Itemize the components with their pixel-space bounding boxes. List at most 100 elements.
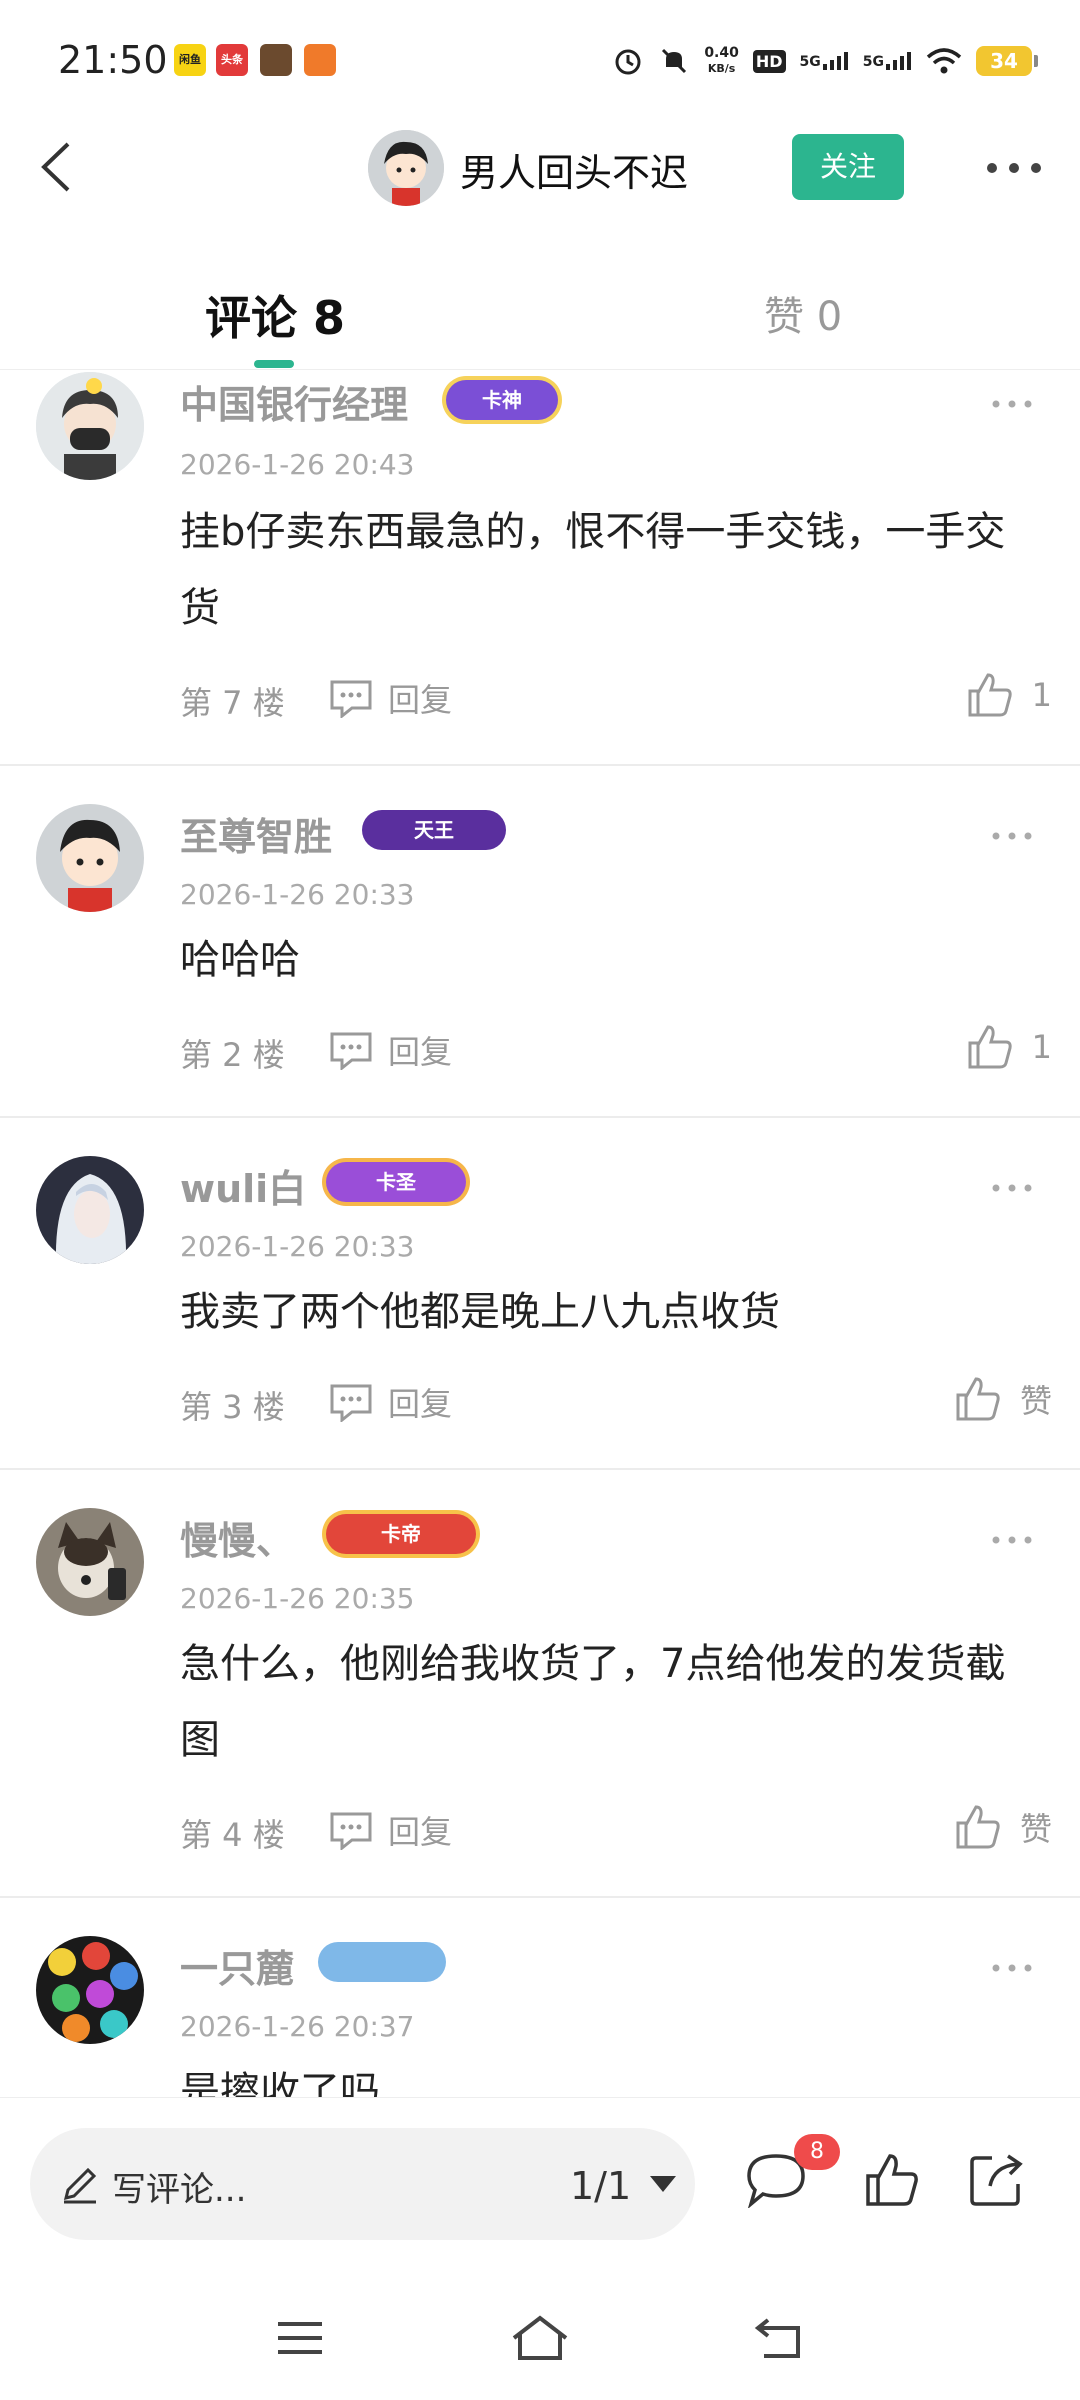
caret-down-icon[interactable] <box>650 2176 676 2194</box>
status-bar: 21:50 闲鱼 头条 0.40 KB/s HD 5G 5G 34 <box>0 0 1080 120</box>
thumbs-up-icon <box>956 1377 1000 1421</box>
level-badge: 天王 <box>362 810 506 850</box>
comment-time: 2026-1-26 20:35 <box>180 1582 415 1615</box>
comment-time: 2026-1-26 20:43 <box>180 448 415 481</box>
commenter-avatar[interactable] <box>36 1936 144 2044</box>
reply-bubble-icon <box>330 1384 372 1422</box>
like-label: 赞 <box>1019 1382 1052 1420</box>
pen-icon <box>63 2167 97 2204</box>
menu-icon[interactable] <box>276 2318 324 2358</box>
masked-boy-avatar-icon <box>36 372 144 480</box>
comment-count-badge: 8 <box>794 2134 840 2170</box>
like-label: 赞 <box>1019 1810 1052 1848</box>
commenter-avatar[interactable] <box>36 804 144 912</box>
share-icon[interactable] <box>966 2150 1026 2210</box>
smiley-faces-avatar-icon <box>36 1936 144 2044</box>
like-count: 1 <box>1031 1028 1052 1066</box>
reply-bubble-icon <box>330 1032 372 1070</box>
cartoon-avatar-icon <box>368 130 444 206</box>
page-indicator[interactable]: 1/1 <box>570 2164 631 2208</box>
more-dots-icon[interactable] <box>990 1180 1034 1196</box>
tab-likes[interactable]: 赞 0 <box>764 284 842 342</box>
level-badge: 卡圣 <box>326 1162 466 1202</box>
cartoon-avatar-icon <box>36 804 144 912</box>
dog-avatar-icon <box>36 1508 144 1616</box>
reply-bubble-icon <box>330 680 372 718</box>
level-badge: 卡神 <box>446 380 558 420</box>
comment-list[interactable]: 中国银行经理 卡神 2026-1-26 20:43 挂b仔卖东西最急的，恨不得一… <box>0 372 1080 2097</box>
game-app-icon <box>260 44 292 76</box>
xianyu-app-icon: 闲鱼 <box>174 44 206 76</box>
bird-app-icon <box>304 44 336 76</box>
author-avatar[interactable] <box>368 130 444 206</box>
commenter-avatar[interactable] <box>36 1508 144 1616</box>
comment-text: 哈哈哈 <box>180 937 300 983</box>
floor-number: 第 3 楼 <box>180 1388 285 1426</box>
alarm-icon <box>615 49 641 75</box>
tab-comments[interactable]: 评论 8 <box>205 282 345 348</box>
comment-time: 2026-1-26 20:37 <box>180 2010 415 2043</box>
like-button[interactable]: 赞 <box>954 1374 1052 1424</box>
comment-item: 一只麓 2026-1-26 20:37 是擦收了吗 <box>0 1898 1080 2097</box>
bottom-action-bar: 写评论... 1/1 8 <box>0 2097 1080 2277</box>
floor-number: 第 2 楼 <box>180 1036 285 1074</box>
more-dots-icon[interactable] <box>990 1532 1034 1548</box>
comment-time: 2026-1-26 20:33 <box>180 878 415 911</box>
comment-text: 是擦收了吗 <box>180 2069 380 2097</box>
tab-indicator <box>254 360 294 368</box>
signal-bars-icon <box>886 52 911 70</box>
more-dots-icon[interactable] <box>990 1960 1034 1976</box>
follow-button[interactable]: 关注 <box>792 134 904 200</box>
post-header: 男人回头不迟 关注 <box>0 120 1080 220</box>
tab-bar: 评论 8 赞 0 <box>0 260 1080 370</box>
thumbs-up-icon <box>968 1025 1012 1069</box>
level-badge <box>318 1942 446 1982</box>
anime-character-avatar-icon <box>36 1156 144 1264</box>
like-count: 1 <box>1031 676 1052 714</box>
network-speed: 0.40 KB/s <box>704 45 739 76</box>
commenter-name[interactable]: wuli白 <box>180 1158 306 1213</box>
reply-button[interactable]: 回复 <box>328 1380 452 1424</box>
more-dots-icon[interactable] <box>984 150 1044 186</box>
status-icons: 0.40 KB/s HD 5G 5G 34 <box>612 38 1038 84</box>
comment-text: 挂b仔卖东西最急的，恨不得一手交钱，一手交货 <box>180 509 1006 631</box>
input-placeholder: 写评论... <box>112 2170 247 2210</box>
commenter-name[interactable]: 中国银行经理 <box>180 374 408 429</box>
thumbs-up-icon[interactable] <box>864 2152 920 2208</box>
comment-item: 至尊智胜 天王 2026-1-26 20:33 哈哈哈 第 2 楼 回复 1 <box>0 766 1080 1118</box>
back-arrow-icon[interactable] <box>754 2316 804 2360</box>
floor-number: 第 7 楼 <box>180 684 285 722</box>
reply-label: 回复 <box>388 681 453 719</box>
reply-bubble-icon <box>330 1812 372 1850</box>
home-icon[interactable] <box>510 2314 570 2362</box>
clock: 21:50 <box>58 38 168 82</box>
more-dots-icon[interactable] <box>990 396 1034 412</box>
comment-time: 2026-1-26 20:33 <box>180 1230 415 1263</box>
write-comment-input[interactable]: 写评论... 1/1 <box>30 2128 695 2240</box>
signal-bars-icon <box>822 52 848 70</box>
reply-button[interactable]: 回复 <box>328 1808 452 1852</box>
commenter-name[interactable]: 慢慢、 <box>180 1510 294 1565</box>
hd-badge: HD <box>752 49 786 73</box>
comment-item: 慢慢、 卡帝 2026-1-26 20:35 急什么，他刚给我收货了，7点给他发… <box>0 1470 1080 1898</box>
signal-5g-1: 5G <box>800 52 849 70</box>
system-nav-bar <box>0 2280 1080 2400</box>
like-button[interactable]: 赞 <box>954 1802 1052 1852</box>
commenter-name[interactable]: 一只麓 <box>180 1938 294 1993</box>
comment-item: wuli白 卡圣 2026-1-26 20:33 我卖了两个他都是晚上八九点收货… <box>0 1118 1080 1470</box>
commenter-avatar[interactable] <box>36 1156 144 1264</box>
author-name[interactable]: 男人回头不迟 <box>460 142 688 197</box>
mute-bell-icon <box>662 48 687 74</box>
reply-button[interactable]: 回复 <box>328 676 452 720</box>
reply-button[interactable]: 回复 <box>328 1028 452 1072</box>
floor-number: 第 4 楼 <box>180 1816 285 1854</box>
more-dots-icon[interactable] <box>990 828 1034 844</box>
comment-item: 中国银行经理 卡神 2026-1-26 20:43 挂b仔卖东西最急的，恨不得一… <box>0 372 1080 766</box>
like-button[interactable]: 1 <box>966 670 1052 720</box>
thumbs-up-icon <box>968 673 1012 717</box>
chevron-left-icon[interactable] <box>26 132 96 202</box>
like-button[interactable]: 1 <box>966 1022 1052 1072</box>
signal-5g-2: 5G <box>863 52 912 70</box>
commenter-avatar[interactable] <box>36 372 144 480</box>
commenter-name[interactable]: 至尊智胜 <box>180 806 332 861</box>
